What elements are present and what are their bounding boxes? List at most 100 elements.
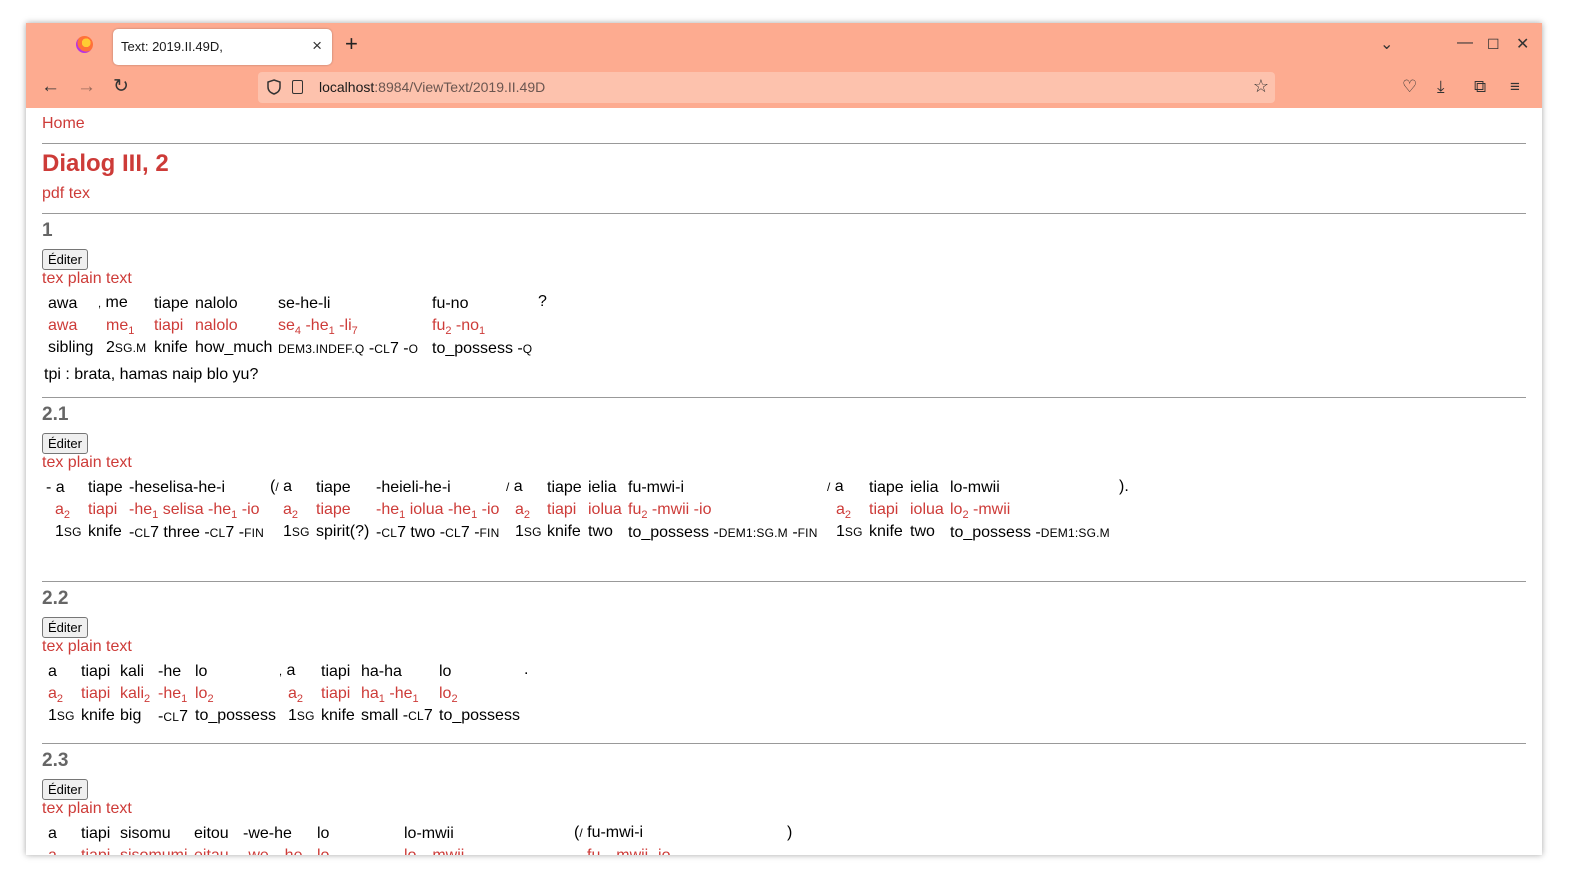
tex-link[interactable]: tex (42, 800, 63, 817)
gloss-word: tiape (316, 479, 351, 496)
gloss-word: lo-mwii (950, 479, 1000, 496)
gloss-word: fu-no (432, 295, 469, 312)
gloss-meaning: 2SG.M (106, 339, 147, 356)
gloss-meaning: knife (88, 523, 122, 540)
minimize-icon[interactable]: — (1457, 34, 1473, 52)
gloss-meaning: knife (547, 523, 581, 540)
gloss-word: -heselisa-he-i (129, 479, 226, 496)
gloss-punct: , a (279, 662, 296, 679)
section-number: 2.3 (42, 750, 69, 771)
close-window-icon[interactable]: ✕ (1516, 34, 1529, 54)
gloss-morph: tiapi (81, 685, 111, 702)
maximize-icon[interactable]: ☐ (1487, 36, 1500, 53)
tex-link[interactable]: tex (69, 185, 90, 202)
forward-icon[interactable]: → (77, 77, 96, 97)
gloss-punct: ? (538, 293, 547, 310)
gloss-morph: tiape (316, 501, 351, 518)
gloss-meaning: 1SG (55, 523, 82, 540)
tex-link[interactable]: tex (42, 270, 63, 287)
gloss-morph: a2 (836, 501, 852, 522)
home-link[interactable]: Home (42, 115, 85, 133)
plain-text-link[interactable]: plain text (68, 454, 132, 471)
gloss-morph: tiapi (321, 685, 351, 702)
plain-text-link[interactable]: plain text (68, 270, 132, 287)
gloss-morph: a2 (288, 685, 304, 706)
back-icon[interactable]: ← (41, 77, 60, 97)
divider (42, 581, 1526, 582)
plain-text-link[interactable]: plain text (68, 800, 132, 817)
gloss-word: -heieli-he-i (376, 479, 451, 496)
pocket-icon[interactable]: ♡ (1402, 77, 1417, 97)
gloss-morph: tiapi (81, 847, 110, 855)
close-tab-icon[interactable]: × (312, 36, 322, 56)
tab-active[interactable]: Text: 2019.II.49D, × (113, 29, 332, 65)
edit-button[interactable]: Éditer (42, 779, 88, 800)
gloss-meaning: knife (81, 707, 115, 724)
pdf-link[interactable]: pdf (42, 185, 64, 202)
tab-list-chevron-icon[interactable]: ⌄ (1380, 34, 1393, 54)
page-info-icon[interactable] (292, 80, 303, 94)
gloss-word: sisomu (120, 825, 171, 842)
gloss-morph: lo2 -mwii (404, 847, 464, 855)
page-content: Home Dialog III, 2 pdf tex 1 Éditer tex … (26, 108, 1542, 855)
tex-link[interactable]: tex (42, 454, 63, 471)
export-links: tex plain text (42, 454, 132, 472)
gloss-morph: sisomumi (120, 847, 188, 855)
gloss-morph: -he1 (158, 685, 188, 706)
gloss-meaning: 1SG (836, 523, 863, 540)
gloss-meaning: -CL7 two -CL7 -FIN (376, 524, 500, 541)
gloss-meaning: spirit(?) (316, 523, 370, 540)
gloss-meaning: to_possess (195, 707, 276, 724)
gloss-meaning: 1SG (288, 707, 315, 724)
gloss-meaning: small -CL7 (361, 707, 433, 724)
plain-text-link[interactable]: plain text (68, 638, 132, 655)
gloss-meaning: how_much (195, 339, 273, 356)
gloss-morph: nalolo (195, 317, 238, 334)
gloss-word: ielia (910, 479, 939, 496)
gloss-word: nalolo (195, 295, 238, 312)
url-text[interactable]: localhost:8984/ViewText/2019.II.49D (319, 79, 545, 95)
url-path: :8984/ViewText/2019.II.49D (374, 79, 546, 95)
gloss-meaning: two (588, 523, 613, 540)
gloss-word: eitou (194, 825, 229, 842)
section-number: 1 (42, 220, 53, 241)
gloss-morph: iolua (588, 501, 622, 518)
edit-button[interactable]: Éditer (42, 249, 88, 270)
bookmark-star-icon[interactable]: ☆ (1253, 76, 1269, 97)
address-bar[interactable]: localhost:8984/ViewText/2019.II.49D ☆ (258, 72, 1275, 103)
divider (42, 397, 1526, 398)
gloss-word: a (48, 663, 57, 680)
shield-icon[interactable] (267, 79, 281, 95)
gloss-morph: a2 (55, 501, 71, 522)
tab-bar: Text: 2019.II.49D, × + ⌄ — ☐ ✕ (26, 23, 1542, 67)
gloss-morph: lo2 (439, 685, 458, 706)
gloss-punct: . (524, 661, 529, 678)
tex-link[interactable]: tex (42, 638, 63, 655)
divider (42, 143, 1526, 144)
download-icon[interactable]: ⤓ (1437, 77, 1445, 97)
gloss-morph: -he1 iolua -he1 -io (376, 501, 500, 522)
edit-button[interactable]: Éditer (42, 433, 88, 454)
menu-icon[interactable]: ≡ (1510, 77, 1520, 97)
gloss-word: - a (46, 479, 65, 496)
gloss-word: kali (120, 663, 145, 680)
reload-icon[interactable]: ↻ (113, 77, 129, 97)
edit-button[interactable]: Éditer (42, 617, 88, 638)
gloss-punct: ). (1119, 478, 1129, 495)
gloss-meaning: -CL7 three -CL7 -FIN (129, 524, 265, 541)
extensions-icon[interactable]: ⧉ (1474, 77, 1486, 97)
gloss-morph: ha1 -he1 (361, 685, 419, 706)
gloss-meaning: knife (154, 339, 188, 356)
gloss-morph: eitau (194, 847, 229, 855)
gloss-punct: / a (827, 478, 844, 495)
gloss-meaning: 1SG (48, 707, 75, 724)
gloss-morph: tiapi (869, 501, 899, 518)
gloss-punct: , me (98, 294, 128, 311)
browser-window: Text: 2019.II.49D, × + ⌄ — ☐ ✕ ← → ↻ loc… (26, 23, 1542, 855)
new-tab-icon[interactable]: + (345, 33, 358, 55)
gloss-word: ielia (588, 479, 617, 496)
gloss-meaning: DEM3.INDEF.Q -CL7 -O (278, 340, 419, 357)
gloss-word: tiape (88, 479, 123, 496)
gloss-punct: (/ a (270, 478, 293, 495)
firefox-icon[interactable] (76, 36, 93, 53)
